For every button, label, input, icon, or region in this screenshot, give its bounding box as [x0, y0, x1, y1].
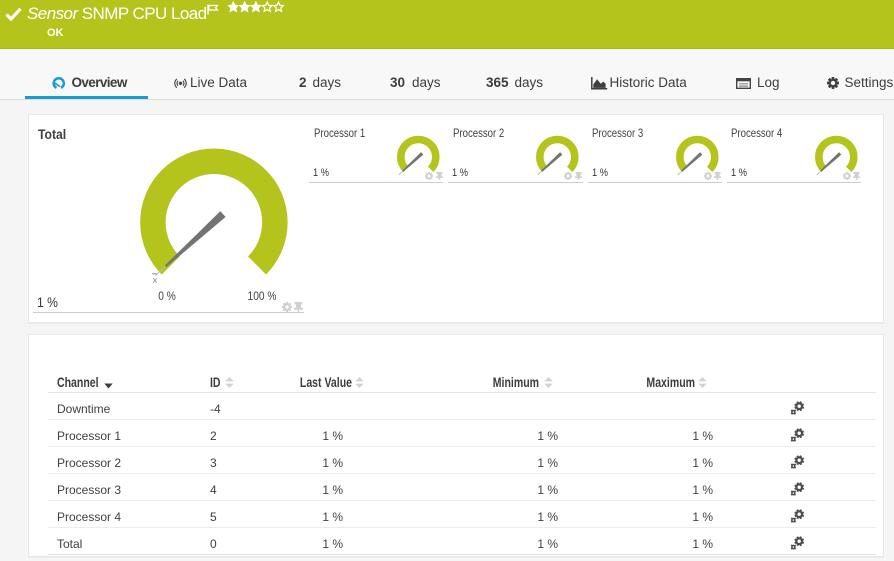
- svg-text:x: x: [153, 275, 158, 286]
